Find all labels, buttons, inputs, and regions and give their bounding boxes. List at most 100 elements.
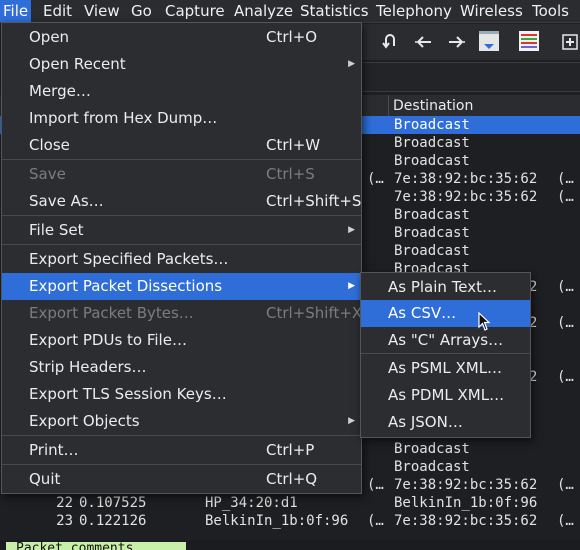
submenu-arrow-icon: ▶ bbox=[348, 416, 355, 426]
packet-destination: Broadcast bbox=[394, 441, 470, 457]
menu-item-shortcut: Ctrl+S bbox=[266, 165, 315, 183]
menu-item-label: Save bbox=[29, 165, 66, 183]
zoom-in-icon[interactable] bbox=[560, 32, 580, 52]
menubar-view[interactable]: View bbox=[81, 0, 123, 22]
menu-item-quit[interactable]: Quit Ctrl+Q bbox=[2, 466, 361, 493]
menu-item-open-recent[interactable]: Open Recent ▶ bbox=[2, 51, 361, 78]
menu-item-label: Import from Hex Dump… bbox=[29, 109, 218, 127]
submenu-item-label: As JSON… bbox=[388, 413, 463, 431]
menu-item-shortcut: Ctrl+W bbox=[266, 136, 321, 154]
menu-item-close[interactable]: Close Ctrl+W bbox=[2, 132, 361, 159]
packet-row[interactable]: 22 0.107525 HP_34:20:d1 BelkinIn_1b:0f:96 bbox=[0, 494, 580, 512]
go-first-icon[interactable] bbox=[380, 32, 400, 52]
menubar-wireless[interactable]: Wireless bbox=[457, 0, 526, 22]
colorize-icon[interactable] bbox=[518, 30, 540, 52]
packet-destination: Broadcast bbox=[394, 153, 470, 169]
packet-source: BelkinIn_1b:0f:96 bbox=[205, 513, 349, 529]
menu-item-file-set[interactable]: File Set ▶ bbox=[2, 217, 361, 244]
menu-item-export-packet-bytes[interactable]: Export Packet Bytes… Ctrl+Shift+X bbox=[2, 300, 362, 327]
submenu-arrow-icon: ▶ bbox=[348, 225, 355, 235]
submenu-item-as-psml-xml[interactable]: As PSML XML… bbox=[361, 355, 530, 382]
go-forward-icon[interactable] bbox=[446, 32, 466, 52]
packet-destination: 7e:38:92:bc:35:62 bbox=[394, 171, 538, 187]
export-dissections-submenu: As Plain Text… As CSV… As "C" Arrays… As PS… bbox=[360, 272, 531, 438]
packet-destination: Broadcast bbox=[394, 225, 470, 241]
menu-item-shortcut: Ctrl+Q bbox=[266, 470, 318, 488]
packet-destination: BelkinIn_1b:0f:96 bbox=[394, 495, 538, 511]
packet-destination: 7e:38:92:bc:35:62 bbox=[394, 477, 538, 493]
submenu-item-as-csv[interactable]: As CSV… bbox=[361, 300, 530, 327]
menu-item-label: Export Packet Bytes… bbox=[29, 304, 194, 322]
packet-destination-overflow: (… bbox=[557, 477, 574, 493]
menu-item-label: Export PDUs to File… bbox=[29, 331, 187, 349]
menu-item-label: File Set bbox=[29, 221, 84, 239]
menu-item-export-tls-session-keys[interactable]: Export TLS Session Keys… bbox=[2, 381, 361, 408]
submenu-item-label: As PDML XML… bbox=[388, 386, 505, 404]
column-separator[interactable] bbox=[388, 95, 389, 117]
packet-source-overflow: (… bbox=[367, 477, 384, 493]
menu-item-print[interactable]: Print… Ctrl+P bbox=[2, 437, 361, 464]
menubar-analyze[interactable]: Analyze bbox=[231, 0, 296, 22]
menubar-file[interactable]: File bbox=[0, 0, 32, 22]
display-filter-bar[interactable] bbox=[360, 62, 580, 92]
menu-item-label: Quit bbox=[29, 470, 61, 488]
packet-destination-overflow: (… bbox=[557, 279, 574, 295]
packet-time: 0.122126 bbox=[79, 513, 147, 529]
menu-item-label: Print… bbox=[29, 441, 79, 459]
menu-item-strip-headers[interactable]: Strip Headers… bbox=[2, 354, 361, 381]
menu-item-label: Save As… bbox=[29, 192, 104, 210]
mouse-cursor-icon bbox=[478, 311, 492, 332]
submenu-item-as-plain-text[interactable]: As Plain Text… bbox=[361, 274, 530, 301]
menu-item-import-from-hex-dump[interactable]: Import from Hex Dump… bbox=[2, 105, 361, 132]
menu-item-label: Export TLS Session Keys… bbox=[29, 385, 227, 403]
menu-item-export-packet-dissections[interactable]: Export Packet Dissections ▶ bbox=[2, 273, 361, 300]
menu-item-label: Export Specified Packets… bbox=[29, 250, 229, 268]
menu-item-shortcut: Ctrl+P bbox=[266, 441, 315, 459]
file-menu: Open Ctrl+O Open Recent ▶ Merge… Import from … bbox=[1, 22, 362, 494]
submenu-item-label: As PSML XML… bbox=[388, 359, 503, 377]
menubar-statistics[interactable]: Statistics bbox=[297, 0, 372, 22]
packet-destination-overflow: (… bbox=[557, 171, 574, 187]
menu-item-label: Export Packet Dissections bbox=[29, 277, 223, 295]
menu-item-label: Export Objects bbox=[29, 412, 140, 430]
menubar-capture[interactable]: Capture bbox=[162, 0, 228, 22]
menubar-tools[interactable]: Tools bbox=[529, 0, 572, 22]
menubar-edit[interactable]: Edit bbox=[40, 0, 75, 22]
menu-item-shortcut: Ctrl+Shift+S bbox=[266, 192, 362, 210]
submenu-item-as-c-arrays[interactable]: As "C" Arrays… bbox=[361, 327, 530, 354]
packet-destination: Broadcast bbox=[394, 459, 470, 475]
menu-item-export-objects[interactable]: Export Objects ▶ bbox=[2, 408, 361, 435]
packet-comments-indicator[interactable]: Packet comments bbox=[6, 542, 186, 550]
submenu-arrow-icon: ▶ bbox=[348, 59, 355, 69]
menu-item-label: Close bbox=[29, 136, 70, 154]
submenu-item-as-json[interactable]: As JSON… bbox=[361, 409, 530, 436]
packet-destination: 7e:38:92:bc:35:62 bbox=[394, 513, 538, 529]
packet-destination-overflow: (… bbox=[557, 189, 574, 205]
menu-separator bbox=[2, 464, 361, 465]
packet-source: HP_34:20:d1 bbox=[205, 495, 298, 511]
menu-item-open[interactable]: Open Ctrl+O bbox=[2, 24, 361, 51]
auto-scroll-icon[interactable] bbox=[478, 30, 500, 52]
menu-item-label: Strip Headers… bbox=[29, 358, 147, 376]
menu-item-merge[interactable]: Merge… bbox=[2, 78, 361, 105]
packet-destination: Broadcast bbox=[394, 207, 470, 223]
packet-time: 0.107525 bbox=[79, 495, 147, 511]
menubar-go[interactable]: Go bbox=[128, 0, 155, 22]
menu-item-export-specified-packets[interactable]: Export Specified Packets… bbox=[2, 246, 361, 273]
submenu-item-label: As Plain Text… bbox=[388, 278, 498, 296]
packet-destination: Broadcast bbox=[394, 117, 470, 133]
menu-item-label: Open Recent bbox=[29, 55, 126, 73]
main-toolbar bbox=[360, 24, 580, 60]
packet-row[interactable]: 23 0.122126 BelkinIn_1b:0f:96 (… 7e:38:92:bc… bbox=[0, 512, 580, 530]
menu-item-save[interactable]: Save Ctrl+S bbox=[2, 161, 361, 188]
submenu-item-as-pdml-xml[interactable]: As PDML XML… bbox=[361, 382, 530, 409]
menu-item-save-as[interactable]: Save As… Ctrl+Shift+S bbox=[2, 188, 361, 215]
status-bar: Packet comments bbox=[0, 540, 580, 550]
menu-item-export-pdus-to-file[interactable]: Export PDUs to File… bbox=[2, 327, 361, 354]
packet-destination: 7e:38:92:bc:35:62 bbox=[394, 189, 538, 205]
menubar-telephony[interactable]: Telephony bbox=[373, 0, 455, 22]
submenu-item-label: As CSV… bbox=[388, 304, 457, 322]
go-back-icon[interactable] bbox=[414, 32, 434, 52]
column-header-destination[interactable]: Destination bbox=[393, 95, 473, 117]
menu-item-label: Merge… bbox=[29, 82, 91, 100]
